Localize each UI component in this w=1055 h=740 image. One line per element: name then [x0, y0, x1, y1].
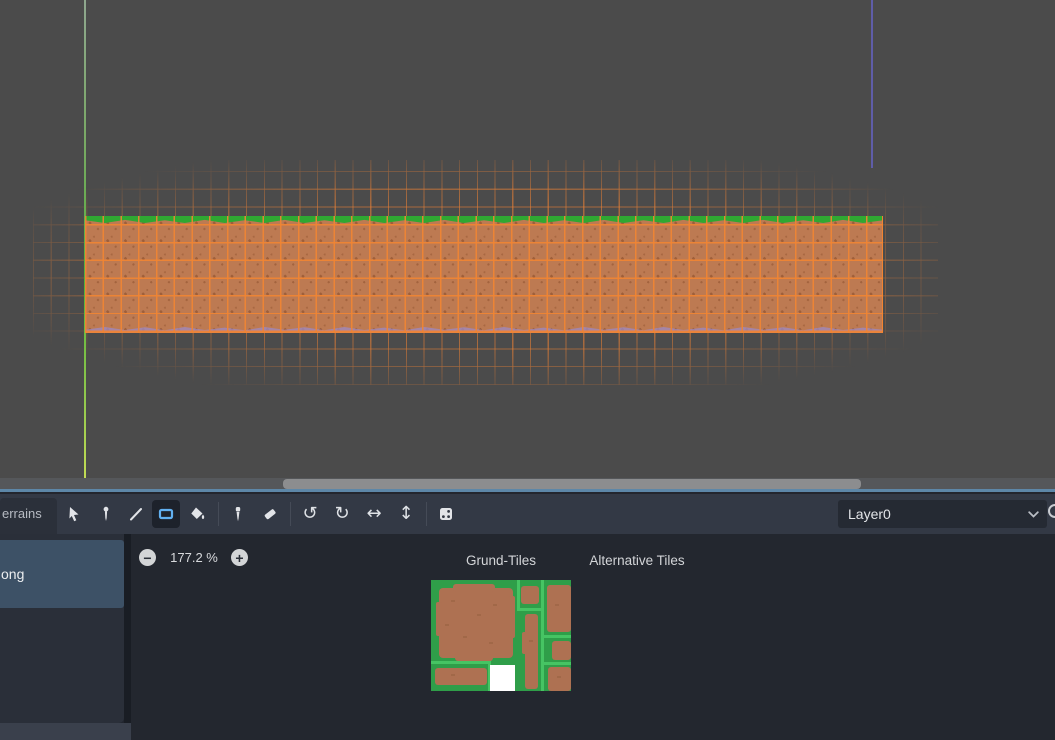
- picker-eyedropper-icon: [229, 505, 247, 523]
- horizontal-scrollbar[interactable]: [0, 478, 1055, 489]
- line-tool-button[interactable]: [122, 500, 150, 528]
- flip-vertical-button[interactable]: ↕: [392, 500, 420, 528]
- plus-icon: +: [235, 551, 243, 565]
- layer-dropdown-value: Layer0: [848, 506, 1028, 522]
- zoom-percentage: 177.2 %: [161, 549, 227, 566]
- tab-terrains[interactable]: errains: [0, 498, 57, 534]
- rotate-left-button[interactable]: ↺: [296, 500, 324, 528]
- dice-icon: [437, 505, 455, 523]
- flip-vertical-icon: ↕: [398, 505, 413, 523]
- rect-tool-button[interactable]: [152, 500, 180, 528]
- layer-dropdown[interactable]: Layer0: [838, 500, 1047, 528]
- tiles-bottom-panel: ong − 177.2 % + Grund-Tiles Alternative …: [0, 534, 1055, 740]
- bucket-tool-button[interactable]: [184, 500, 212, 528]
- chevron-down-icon: [1028, 511, 1039, 518]
- minus-icon: −: [143, 551, 151, 565]
- paint-tool-icon: [97, 505, 115, 523]
- selection-tool-button[interactable]: [60, 500, 88, 528]
- painted-grid-lines: [85, 216, 883, 333]
- tile-sources-list[interactable]: ong: [0, 534, 124, 723]
- line-tool-icon: [127, 505, 145, 523]
- eraser-icon: [261, 505, 279, 523]
- selection-arrow-icon: [65, 505, 83, 523]
- tile-atlas-image[interactable]: [431, 580, 571, 691]
- sources-bottom-bar: [0, 723, 131, 740]
- painted-tiles-region[interactable]: [85, 216, 883, 333]
- flip-horizontal-button[interactable]: ↔: [360, 500, 388, 528]
- zoom-in-button[interactable]: +: [231, 549, 248, 566]
- tile-atlas-pane: − 177.2 % + Grund-Tiles Alternative Tile…: [131, 534, 1055, 740]
- picker-tool-button[interactable]: [224, 500, 252, 528]
- toolbar-separator: [426, 502, 427, 526]
- viewport-guide-line: [871, 0, 873, 168]
- flip-horizontal-icon: ↔: [366, 505, 381, 523]
- zoom-out-button[interactable]: −: [139, 549, 156, 566]
- toolbar-separator: [290, 502, 291, 526]
- eraser-tool-button[interactable]: [256, 500, 284, 528]
- rect-tool-icon: [157, 505, 175, 523]
- random-tile-button[interactable]: [432, 500, 460, 528]
- scene-canvas[interactable]: [0, 0, 1055, 478]
- sidebar-splitter[interactable]: [124, 534, 131, 723]
- rotate-right-icon: ↻: [334, 505, 349, 523]
- tilemap-toolbar: errains: [0, 494, 1055, 534]
- bucket-fill-icon: [189, 505, 207, 523]
- alternative-tiles-label: Alternative Tiles: [557, 553, 717, 568]
- rotate-right-button[interactable]: ↻: [328, 500, 356, 528]
- toolbar-separator: [218, 502, 219, 526]
- rotate-left-icon: ↺: [302, 505, 317, 523]
- tilemap-editor-window: errains: [0, 0, 1055, 740]
- tile-source-item[interactable]: ong: [0, 540, 124, 608]
- clipped-edge-icon[interactable]: [1048, 504, 1055, 518]
- paint-tool-button[interactable]: [92, 500, 120, 528]
- tile-source-label: ong: [1, 566, 24, 582]
- horizontal-scrollbar-thumb[interactable]: [283, 479, 861, 489]
